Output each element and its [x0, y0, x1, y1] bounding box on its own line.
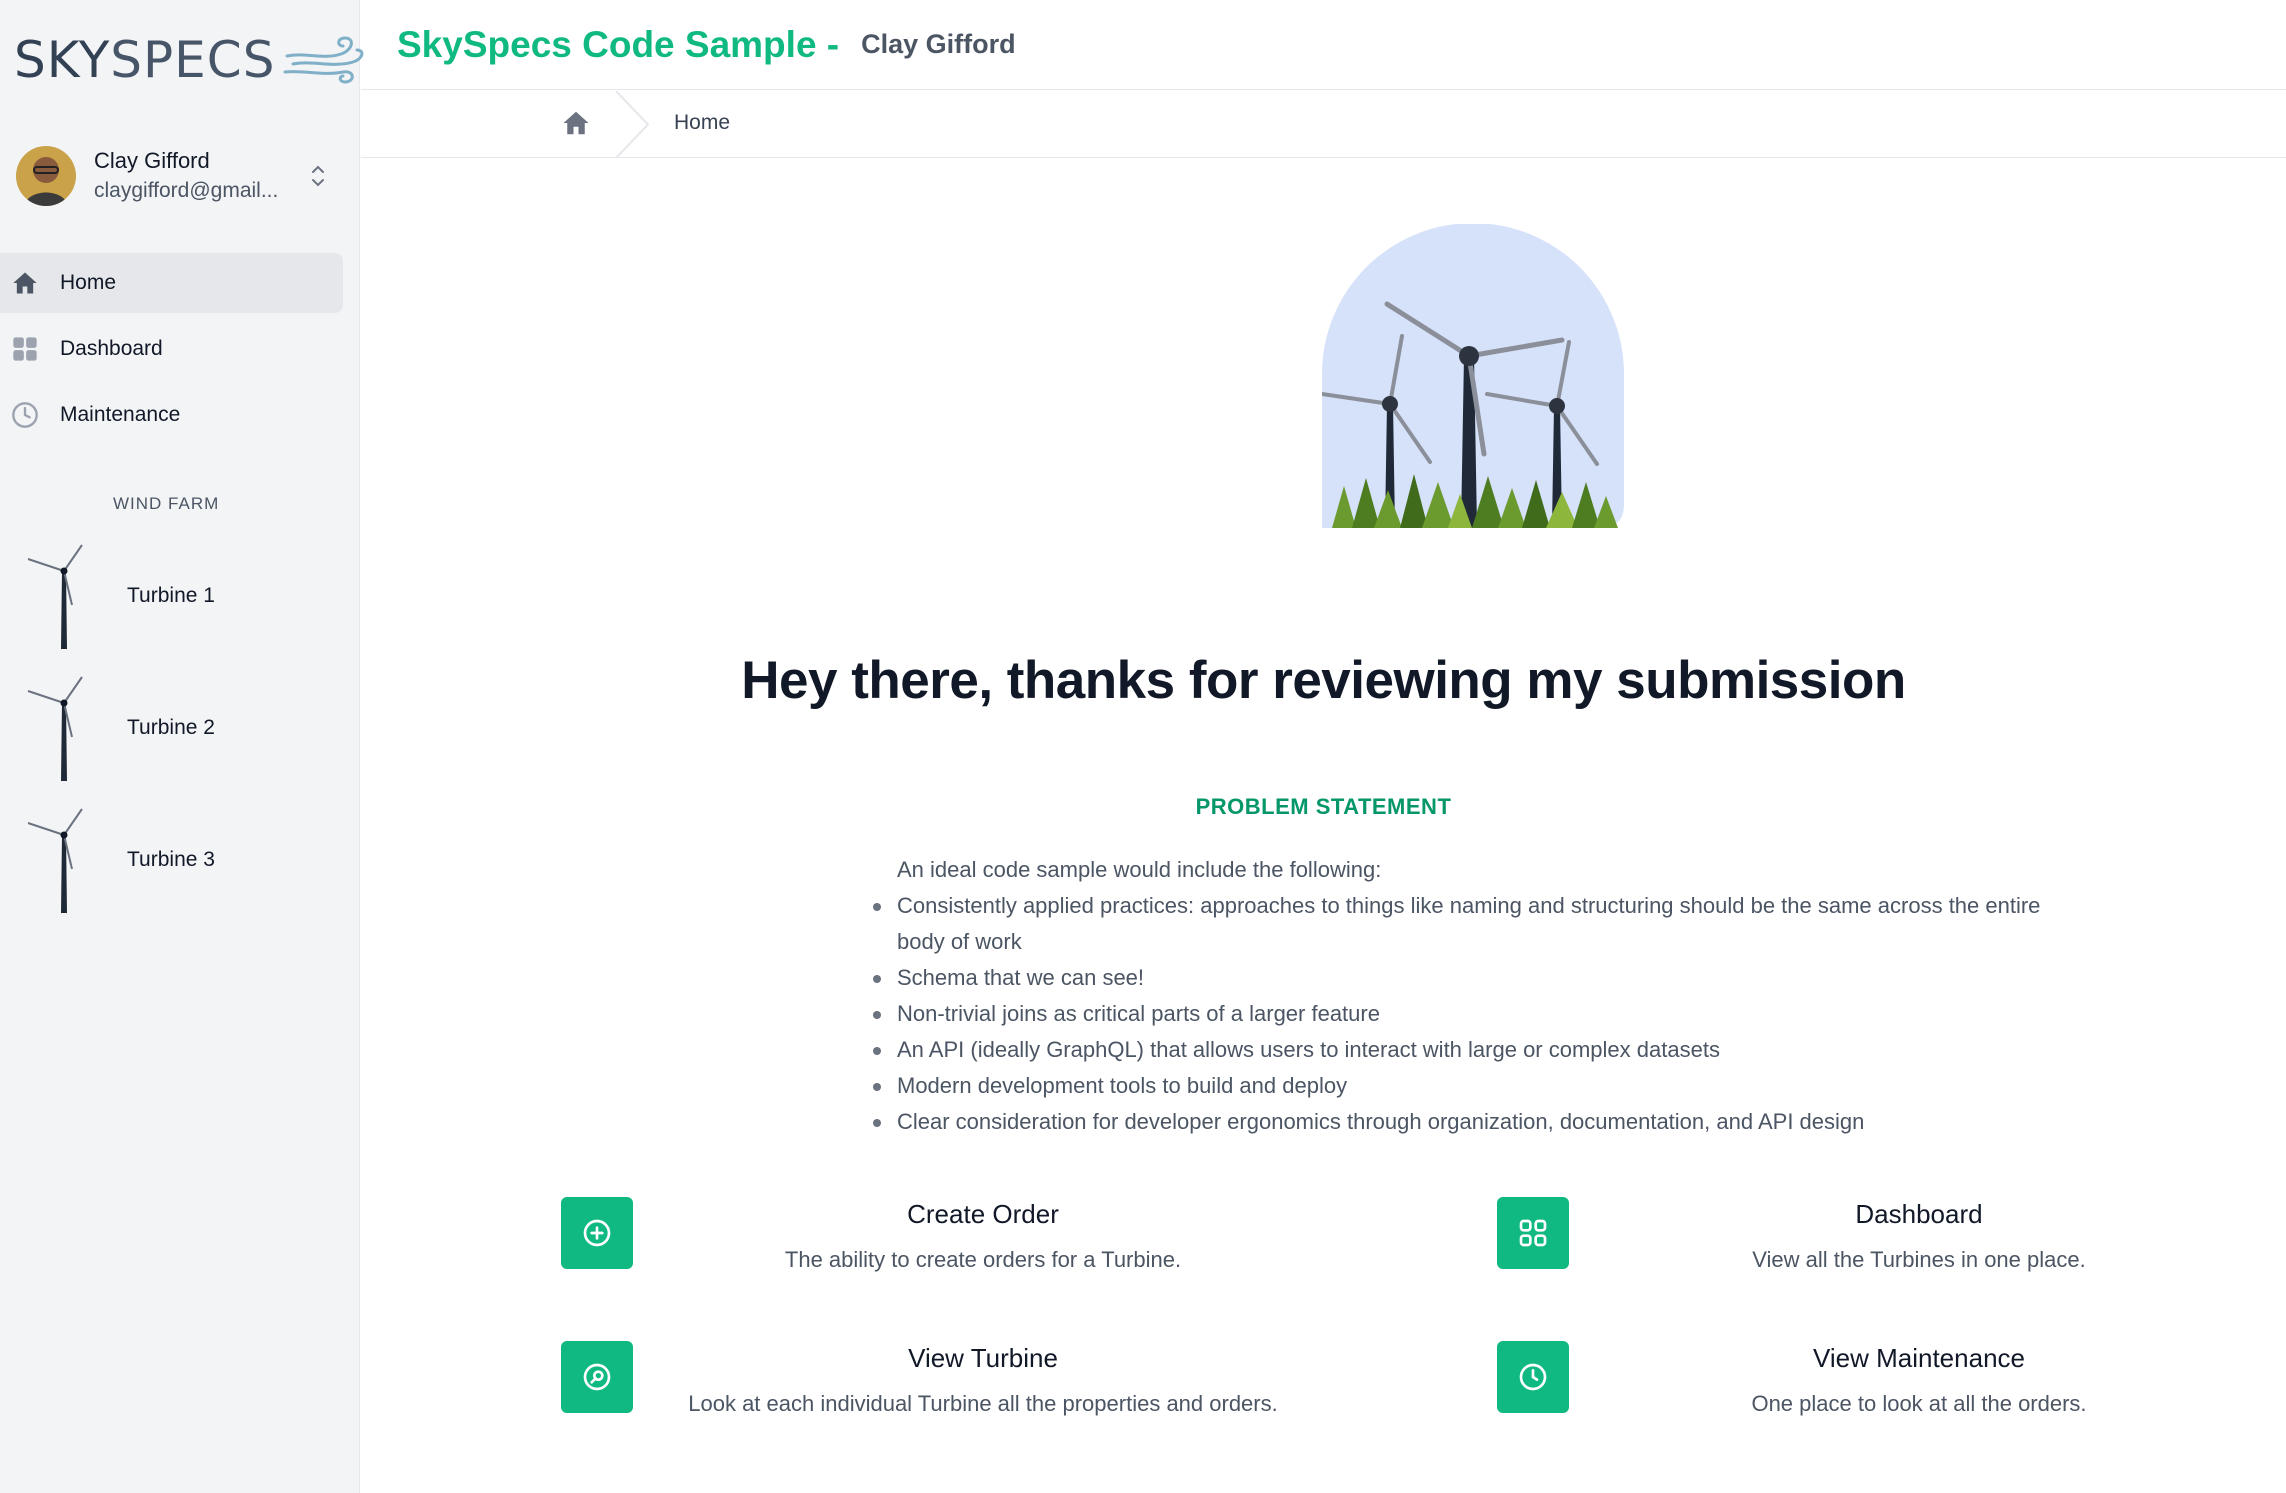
wind-turbine-icon: [27, 544, 83, 649]
plus-circle-icon: [561, 1197, 633, 1269]
clock-icon: [10, 400, 40, 430]
list-item: Modern development tools to build and de…: [870, 1068, 2090, 1104]
user-switcher[interactable]: Clay Gifford claygifford@gmail...: [16, 144, 336, 208]
wind-icon: [283, 36, 364, 84]
nav-item-label: Dashboard: [60, 337, 163, 360]
feature-description: View all the Turbines in one place.: [1752, 1247, 2086, 1272]
problem-statement-heading: PROBLEM STATEMENT: [1195, 794, 1452, 819]
clock-icon: [1497, 1341, 1569, 1413]
feature-title: Create Order: [907, 1199, 1059, 1229]
skyspecs-logo[interactable]: SKYSPECS: [14, 30, 367, 90]
problem-intro: An ideal code sample would include the f…: [897, 857, 1382, 882]
avatar: [16, 146, 76, 206]
home-icon[interactable]: [561, 108, 591, 138]
feature-create-order[interactable]: Create Order The ability to create order…: [561, 1197, 1441, 1277]
list-item: An API (ideally GraphQL) that allows use…: [870, 1032, 2090, 1068]
turbine-list: Turbine 1 Turbine 2 Turbine 3: [0, 530, 343, 926]
nav-item-dashboard[interactable]: Dashboard: [0, 319, 343, 379]
feature-view-turbine[interactable]: View Turbine Look at each individual Tur…: [561, 1341, 1441, 1421]
feature-description: Look at each individual Turbine all the …: [688, 1391, 1278, 1416]
feature-title: View Turbine: [908, 1343, 1058, 1373]
feature-view-maintenance[interactable]: View Maintenance One place to look at al…: [1497, 1341, 2286, 1421]
list-item: Schema that we can see!: [870, 960, 2090, 996]
chevron-up-down-icon: [312, 165, 324, 187]
search-circle-icon: [561, 1341, 633, 1413]
turbine-label: Turbine 1: [127, 584, 215, 607]
nav-item-home[interactable]: Home: [0, 253, 343, 313]
user-name: Clay Gifford: [94, 148, 210, 173]
turbine-item-2[interactable]: Turbine 2: [0, 662, 343, 794]
home-icon: [10, 268, 40, 298]
user-email: claygifford@gmail...: [94, 179, 279, 202]
turbine-item-3[interactable]: Turbine 3: [0, 794, 343, 926]
app-title: SkySpecs Code Sample -: [397, 23, 840, 65]
grid-icon: [1497, 1197, 1569, 1269]
app-subtitle: Clay Gifford: [861, 29, 1016, 59]
top-header: SkySpecs Code Sample - Clay Gifford: [361, 0, 2286, 90]
breadcrumb-separator: [615, 91, 650, 158]
feature-title: View Maintenance: [1813, 1343, 2025, 1373]
list-item: Clear consideration for developer ergono…: [870, 1104, 2090, 1140]
breadcrumb-current[interactable]: Home: [674, 111, 730, 135]
list-item: Consistently applied practices: approach…: [870, 888, 2090, 960]
feature-title: Dashboard: [1855, 1199, 1983, 1229]
welcome-heading: Hey there, thanks for reviewing my submi…: [741, 651, 1906, 710]
feature-description: The ability to create orders for a Turbi…: [784, 1247, 1182, 1272]
nav-item-label: Home: [60, 271, 117, 294]
wind-turbine-icon: [27, 808, 83, 913]
turbine-label: Turbine 2: [127, 716, 215, 739]
feature-description: One place to look at all the orders.: [1751, 1391, 2087, 1416]
wind-farm-illustration: [1322, 224, 1624, 528]
user-info: Clay Gifford claygifford@gmail...: [94, 146, 294, 206]
problem-statement: An ideal code sample would include the f…: [870, 852, 2090, 1140]
breadcrumb: Home: [361, 91, 2286, 158]
turbine-label: Turbine 3: [127, 848, 215, 871]
main-nav: Home Dashboard Maintenance: [0, 253, 343, 451]
nav-item-maintenance[interactable]: Maintenance: [0, 385, 343, 445]
turbine-item-1[interactable]: Turbine 1: [0, 530, 343, 662]
list-item: Non-trivial joins as critical parts of a…: [870, 996, 2090, 1032]
nav-item-label: Maintenance: [60, 403, 181, 426]
sidebar: SKYSPECS Clay Gifford claygifford@gmail.…: [0, 0, 364, 1493]
feature-dashboard[interactable]: Dashboard View all the Turbines in one p…: [1497, 1197, 2286, 1277]
wind-turbine-icon: [27, 676, 83, 781]
grid-icon: [10, 334, 40, 364]
wind-farm-heading: WIND FARM: [113, 494, 220, 513]
requirements-list: Consistently applied practices: approach…: [870, 888, 2090, 1140]
logo-text: SKYSPECS: [14, 31, 276, 89]
